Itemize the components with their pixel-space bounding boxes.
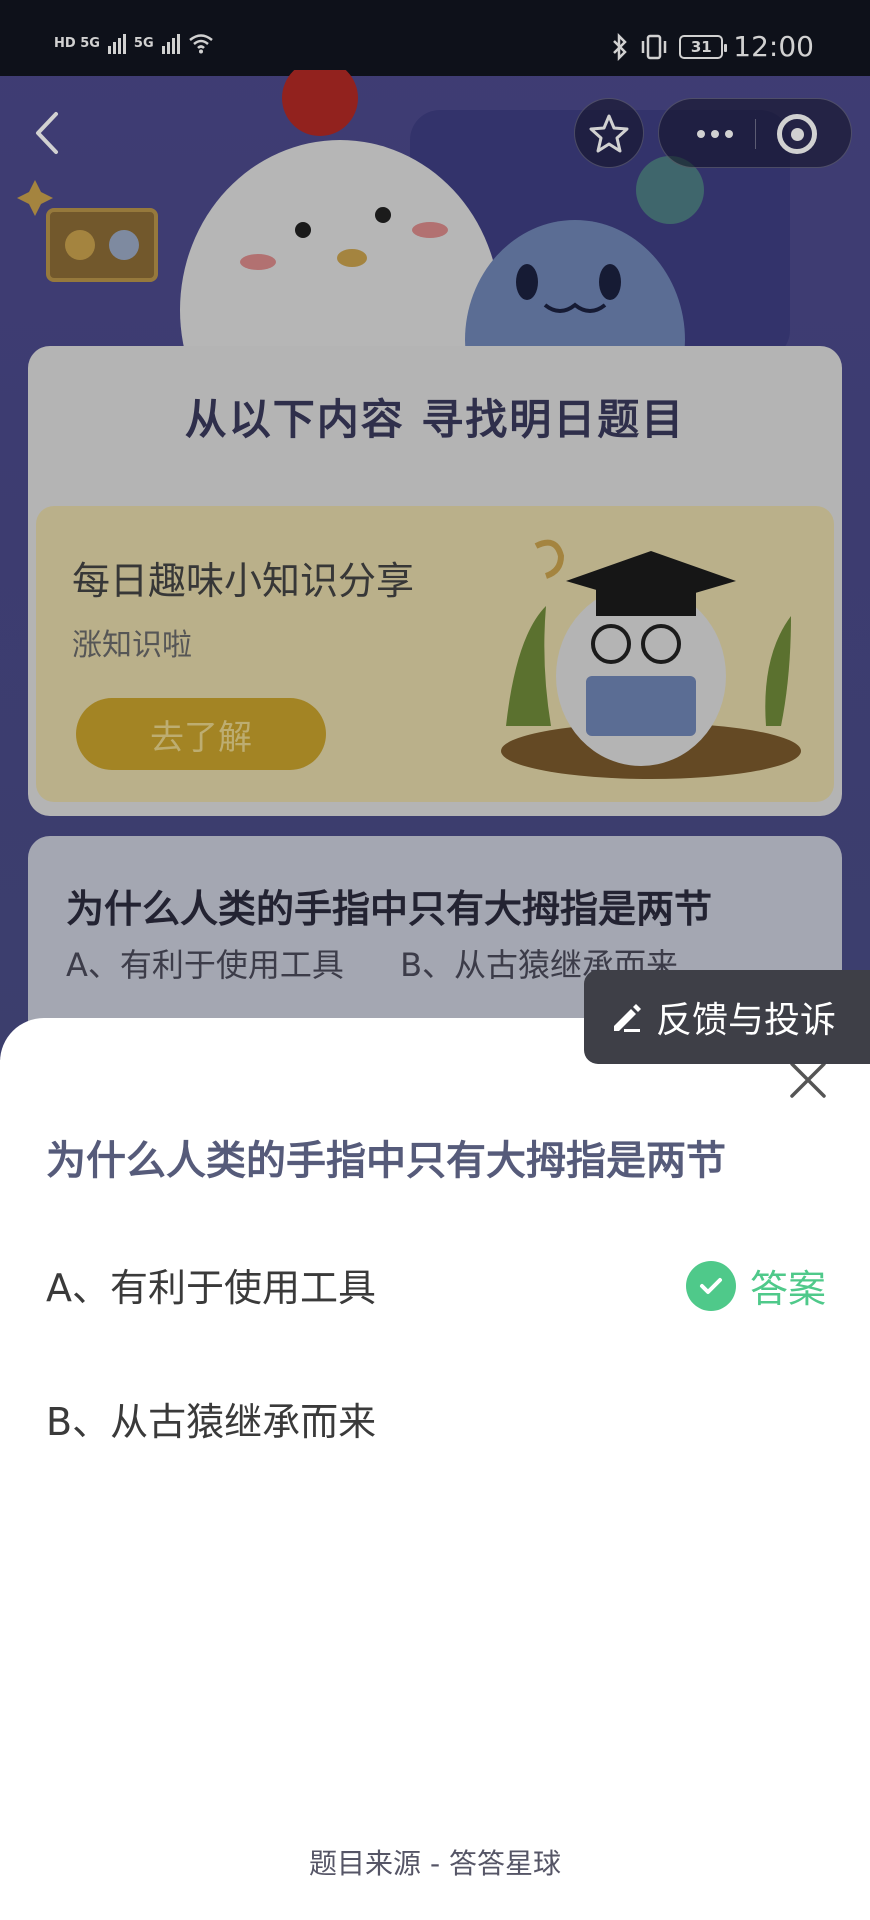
background-page: HD 5G 5G 31 12:00 从以下内容 寻找明日题目 每日趣味小知识分享… <box>0 0 870 1060</box>
feedback-label: 反馈与投诉 <box>656 1000 837 1041</box>
feedback-button[interactable]: 反馈与投诉 <box>584 970 870 1064</box>
option-a-text: A、有利于使用工具 <box>46 1265 376 1310</box>
question-source: 题目来源 - 答答星球 <box>309 1847 561 1880</box>
check-circle-icon <box>685 1260 736 1311</box>
pencil-icon <box>614 1004 641 1032</box>
modal-overlay[interactable] <box>0 0 870 1060</box>
option-b[interactable]: B、从古猿继承而来 <box>46 1388 836 1448</box>
answer-sheet: 为什么人类的手指中只有大拇指是两节 A、有利于使用工具 答案 B、从古猿继承而来… <box>0 1018 870 1920</box>
question-title: 为什么人类的手指中只有大拇指是两节 <box>46 1138 726 1184</box>
answer-label: 答案 <box>749 1267 826 1311</box>
close-icon[interactable] <box>786 1058 830 1102</box>
answer-badge: 答案 <box>685 1258 826 1313</box>
option-a[interactable]: A、有利于使用工具 答案 <box>46 1254 836 1314</box>
option-b-text: B、从古猿继承而来 <box>46 1399 377 1444</box>
